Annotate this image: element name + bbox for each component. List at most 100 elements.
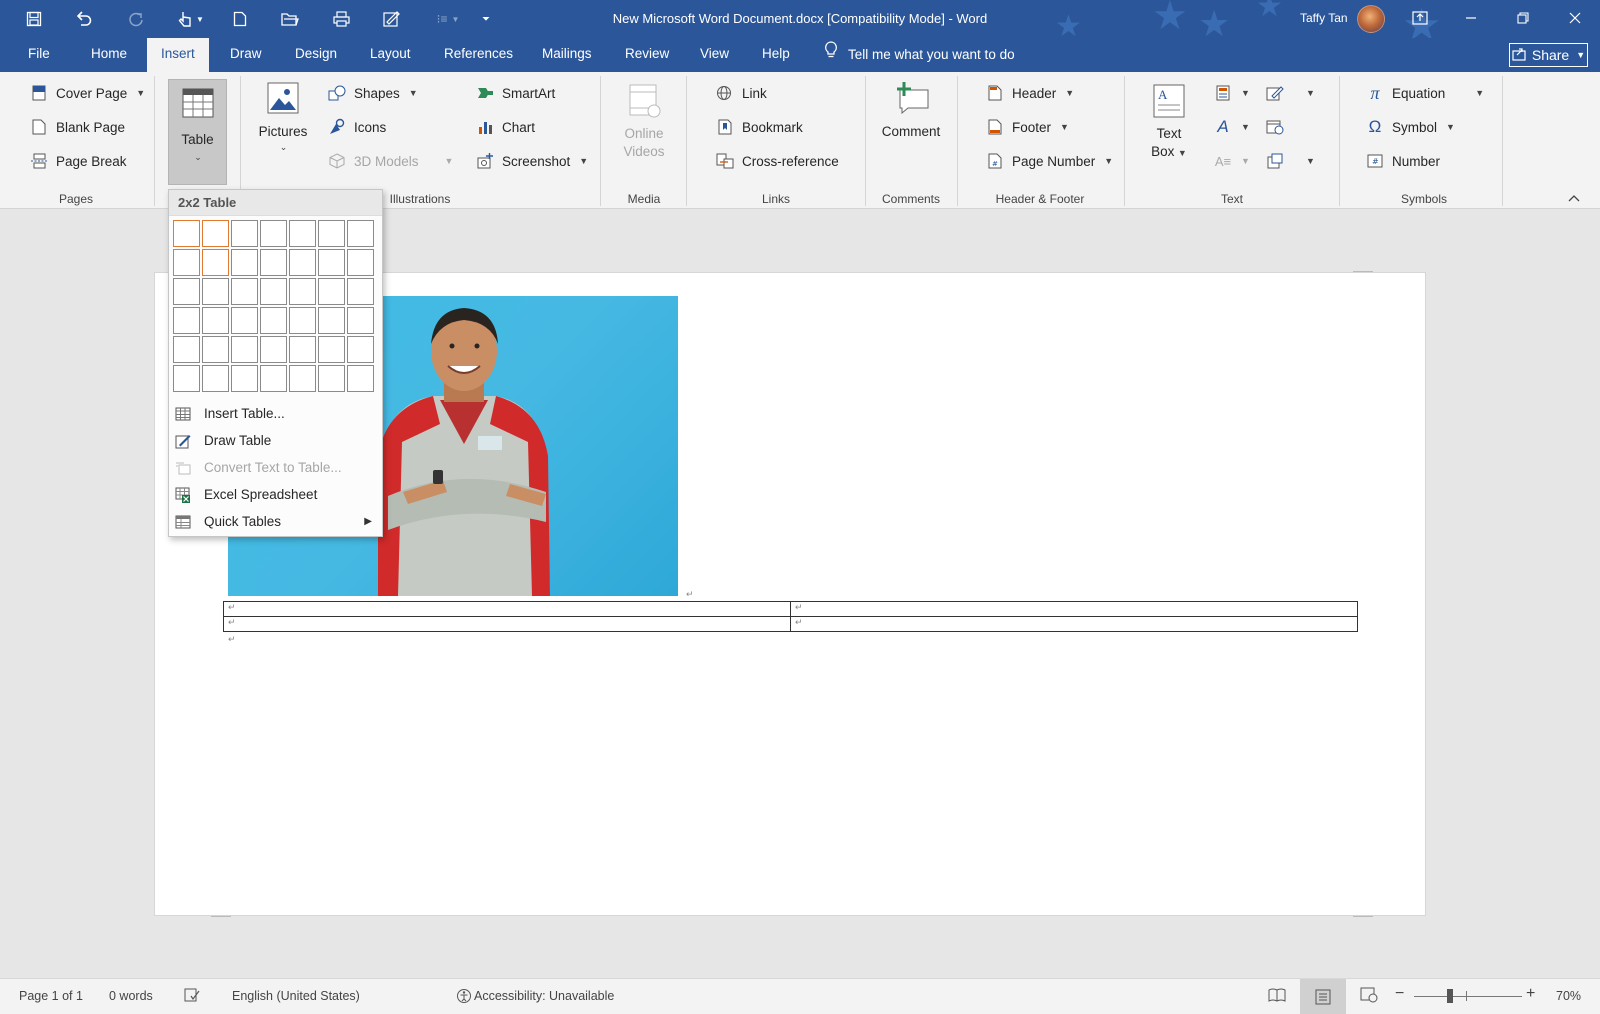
table-size-cell[interactable] bbox=[289, 365, 316, 392]
tab-file[interactable]: File bbox=[26, 38, 52, 72]
ribbon-display-options-icon[interactable] bbox=[1397, 0, 1443, 36]
page-number-button[interactable]: # Page Number ▼ bbox=[986, 152, 1113, 170]
table-size-grid[interactable] bbox=[173, 220, 374, 392]
table-size-cell[interactable] bbox=[347, 249, 374, 276]
table-size-cell[interactable] bbox=[347, 336, 374, 363]
footer-button[interactable]: Footer ▼ bbox=[986, 118, 1069, 136]
tab-draw[interactable]: Draw bbox=[228, 38, 264, 72]
table-size-cell[interactable] bbox=[289, 220, 316, 247]
table-size-cell[interactable] bbox=[289, 249, 316, 276]
document-table[interactable]: ↵ ↵ ↵ ↵ bbox=[223, 601, 1358, 632]
user-name[interactable]: Taffy Tan bbox=[1300, 11, 1348, 25]
tab-help[interactable]: Help bbox=[760, 38, 792, 72]
zoom-slider[interactable] bbox=[1414, 989, 1522, 1003]
table-size-cell[interactable] bbox=[231, 307, 258, 334]
table-size-cell[interactable] bbox=[260, 365, 287, 392]
table-size-cell[interactable] bbox=[173, 336, 200, 363]
link-button[interactable]: Link bbox=[716, 84, 767, 102]
tab-layout[interactable]: Layout bbox=[368, 38, 413, 72]
table-size-cell[interactable] bbox=[231, 220, 258, 247]
equation-button[interactable]: π Equation ▼ bbox=[1366, 83, 1484, 103]
print-layout-button[interactable] bbox=[1300, 979, 1346, 1014]
insert-table-menu-item[interactable]: Insert Table... bbox=[169, 400, 382, 427]
web-layout-icon[interactable] bbox=[1360, 987, 1378, 1006]
table-size-cell[interactable] bbox=[318, 365, 345, 392]
table-size-cell[interactable] bbox=[173, 249, 200, 276]
table-size-cell[interactable] bbox=[173, 278, 200, 305]
table-size-cell[interactable] bbox=[260, 336, 287, 363]
icons-button[interactable]: Icons bbox=[328, 118, 386, 136]
number-button[interactable]: # Number bbox=[1366, 152, 1440, 170]
table-size-cell[interactable] bbox=[231, 365, 258, 392]
page-count[interactable]: Page 1 of 1 bbox=[19, 989, 83, 1003]
table-size-cell[interactable] bbox=[202, 336, 229, 363]
pictures-button[interactable]: Pictures ⌄ bbox=[255, 82, 311, 162]
table-size-cell[interactable] bbox=[318, 220, 345, 247]
signature-line-button[interactable]: ▼ bbox=[1266, 84, 1315, 102]
table-size-cell[interactable] bbox=[202, 307, 229, 334]
table-size-cell[interactable] bbox=[318, 336, 345, 363]
text-box-button[interactable]: A Text Box ▼ bbox=[1139, 82, 1199, 162]
draw-table-menu-item[interactable]: Draw Table bbox=[169, 427, 382, 454]
online-videos-button[interactable]: Online Videos bbox=[611, 84, 677, 164]
language[interactable]: English (United States) bbox=[232, 989, 360, 1003]
cover-page-button[interactable]: Cover Page ▼ bbox=[30, 84, 145, 102]
bookmark-button[interactable]: Bookmark bbox=[716, 118, 803, 136]
object-button[interactable]: ▼ bbox=[1266, 152, 1315, 170]
table-size-cell[interactable] bbox=[289, 307, 316, 334]
share-button[interactable]: Share ▼ bbox=[1509, 43, 1588, 67]
tab-design[interactable]: Design bbox=[293, 38, 339, 72]
page-break-button[interactable]: Page Break bbox=[30, 152, 127, 170]
table-size-cell[interactable] bbox=[173, 220, 200, 247]
table-size-cell[interactable] bbox=[260, 249, 287, 276]
zoom-out-icon[interactable]: − bbox=[1395, 985, 1404, 1003]
tell-me-search[interactable]: Tell me what you want to do bbox=[824, 38, 1015, 72]
table-size-cell[interactable] bbox=[260, 278, 287, 305]
word-count[interactable]: 0 words bbox=[109, 989, 153, 1003]
tab-insert[interactable]: Insert bbox=[147, 38, 209, 72]
table-size-cell[interactable] bbox=[231, 278, 258, 305]
restore-icon[interactable] bbox=[1500, 0, 1546, 36]
table-size-cell[interactable] bbox=[347, 278, 374, 305]
3d-models-button[interactable]: 3D Models ▼ bbox=[328, 152, 453, 170]
table-size-cell[interactable] bbox=[231, 336, 258, 363]
table-size-cell[interactable] bbox=[202, 220, 229, 247]
table-size-cell[interactable] bbox=[173, 307, 200, 334]
excel-spreadsheet-menu-item[interactable]: Excel Spreadsheet bbox=[169, 481, 382, 508]
table-size-cell[interactable] bbox=[202, 278, 229, 305]
table-size-cell[interactable] bbox=[260, 220, 287, 247]
table-size-cell[interactable] bbox=[202, 249, 229, 276]
zoom-slider-thumb[interactable] bbox=[1447, 989, 1453, 1003]
table-size-cell[interactable] bbox=[347, 365, 374, 392]
symbol-button[interactable]: Ω Symbol ▼ bbox=[1366, 117, 1455, 136]
wordart-button[interactable]: A ▼ bbox=[1214, 117, 1250, 136]
tab-home[interactable]: Home bbox=[89, 38, 129, 72]
shapes-button[interactable]: Shapes ▼ bbox=[328, 84, 418, 102]
table-button[interactable]: Table ⌄ bbox=[168, 79, 227, 185]
table-size-cell[interactable] bbox=[347, 220, 374, 247]
tab-review[interactable]: Review bbox=[623, 38, 671, 72]
comment-button[interactable]: Comment bbox=[874, 82, 948, 152]
screenshot-button[interactable]: Screenshot ▼ bbox=[476, 152, 588, 170]
proofing-icon[interactable] bbox=[184, 988, 200, 1005]
table-size-cell[interactable] bbox=[202, 365, 229, 392]
read-mode-icon[interactable] bbox=[1268, 987, 1286, 1006]
table-cell[interactable]: ↵ bbox=[223, 616, 791, 632]
quick-tables-menu-item[interactable]: Quick Tables ▶ bbox=[169, 508, 382, 535]
tab-mailings[interactable]: Mailings bbox=[540, 38, 594, 72]
minimize-icon[interactable] bbox=[1448, 0, 1494, 36]
table-cell[interactable]: ↵ bbox=[790, 601, 1358, 617]
table-size-cell[interactable] bbox=[289, 336, 316, 363]
zoom-level[interactable]: 70% bbox=[1556, 989, 1581, 1003]
blank-page-button[interactable]: Blank Page bbox=[30, 118, 125, 136]
accessibility-status[interactable]: Accessibility: Unavailable bbox=[474, 989, 614, 1003]
table-size-cell[interactable] bbox=[318, 249, 345, 276]
date-time-button[interactable] bbox=[1266, 118, 1284, 136]
collapse-ribbon-icon[interactable] bbox=[1568, 190, 1580, 205]
table-cell[interactable]: ↵ bbox=[223, 601, 791, 617]
table-size-cell[interactable] bbox=[289, 278, 316, 305]
cross-reference-button[interactable]: Cross-reference bbox=[716, 152, 839, 170]
chart-button[interactable]: Chart bbox=[476, 118, 535, 136]
drop-cap-button[interactable]: A≡ ▼ bbox=[1214, 152, 1250, 170]
convert-text-to-table-menu-item[interactable]: Convert Text to Table... bbox=[169, 454, 382, 481]
